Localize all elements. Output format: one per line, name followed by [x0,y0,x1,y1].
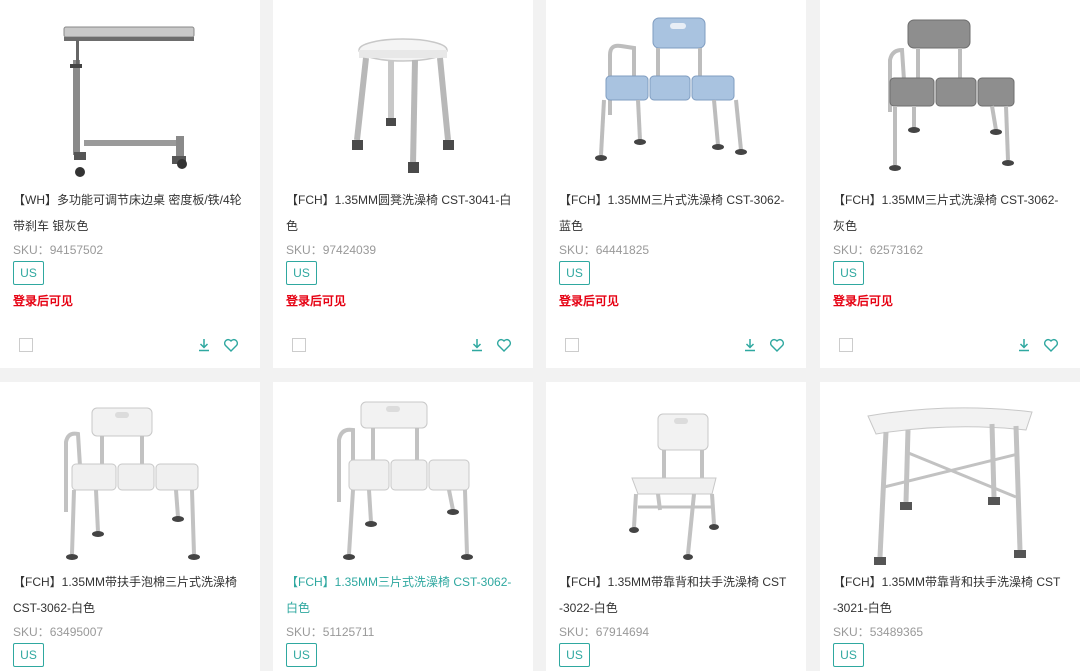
currency-badge: US [286,643,317,667]
product-sku: SKU：63495007 [13,625,104,639]
product-title[interactable]: 【FCH】1.35MM三片式洗澡椅 CST-3062- 白色 [286,569,526,621]
product-sku: SKU：62573162 [833,243,924,257]
login-to-view-price[interactable]: 登录后可见 [13,292,73,309]
product-card[interactable]: 【FCH】1.35MM三片式洗澡椅 CST-3062- 白色 SKU：511257… [273,382,533,671]
product-title[interactable]: 【WH】多功能可调节床边桌 密度板/铁/4轮 带刹车 银灰色 [13,187,253,239]
product-image-transfer-bench-grey[interactable] [820,0,1080,185]
select-checkbox[interactable] [565,338,579,352]
login-to-view-price[interactable]: 登录后可见 [833,292,893,309]
product-sku: SKU：67914694 [559,625,650,639]
product-sku: SKU：94157502 [13,243,104,257]
product-title[interactable]: 【FCH】1.35MM圆凳洗澡椅 CST-3041-白色 [286,187,526,239]
product-title[interactable]: 【FCH】1.35MM带扶手泡棉三片式洗澡椅 CST-3062-白色 [13,569,253,621]
currency-badge: US [13,643,44,667]
heart-icon[interactable] [769,337,785,353]
product-image-round-shower-stool[interactable] [273,0,533,185]
download-icon[interactable] [469,337,485,353]
heart-icon[interactable] [1043,337,1059,353]
product-card[interactable]: 【FCH】1.35MM带靠背和扶手洗澡椅 CST -3022-白色 SKU：679… [546,382,806,671]
product-image-wide-shower-bench[interactable] [820,382,1080,572]
product-card[interactable]: 【FCH】1.35MM三片式洗澡椅 CST-3062- 灰色 SKU：625731… [820,0,1080,368]
product-sku: SKU：64441825 [559,243,650,257]
currency-badge: US [559,261,590,285]
heart-icon[interactable] [496,337,512,353]
download-icon[interactable] [742,337,758,353]
download-icon[interactable] [1016,337,1032,353]
product-sku: SKU：97424039 [286,243,377,257]
login-to-view-price[interactable]: 登录后可见 [286,292,346,309]
currency-badge: US [286,261,317,285]
product-sku: SKU：53489365 [833,625,924,639]
product-image-transfer-bench-white-padded[interactable] [0,382,260,572]
currency-badge: US [13,261,44,285]
select-checkbox[interactable] [292,338,306,352]
currency-badge: US [833,643,864,667]
login-to-view-price[interactable]: 登录后可见 [559,292,619,309]
product-title[interactable]: 【FCH】1.35MM带靠背和扶手洗澡椅 CST -3022-白色 [559,569,799,621]
select-checkbox[interactable] [19,338,33,352]
product-grid: 【WH】多功能可调节床边桌 密度板/铁/4轮 带刹车 银灰色 SKU：941575… [0,0,1080,671]
product-card[interactable]: 【FCH】1.35MM圆凳洗澡椅 CST-3041-白色 SKU：9742403… [273,0,533,368]
product-image-shower-chair-backrest[interactable] [546,382,806,572]
currency-badge: US [833,261,864,285]
product-sku: SKU：51125711 [286,625,375,639]
select-checkbox[interactable] [839,338,853,352]
product-title[interactable]: 【FCH】1.35MM三片式洗澡椅 CST-3062- 蓝色 [559,187,799,239]
product-image-transfer-bench-blue[interactable] [546,0,806,185]
product-card[interactable]: 【WH】多功能可调节床边桌 密度板/铁/4轮 带刹车 银灰色 SKU：941575… [0,0,260,368]
product-card[interactable]: 【FCH】1.35MM三片式洗澡椅 CST-3062- 蓝色 SKU：644418… [546,0,806,368]
download-icon[interactable] [196,337,212,353]
product-card[interactable]: 【FCH】1.35MM带靠背和扶手洗澡椅 CST -3021-白色 SKU：534… [820,382,1080,671]
product-image-overbed-table[interactable] [0,0,260,185]
product-image-transfer-bench-white[interactable] [273,382,533,572]
heart-icon[interactable] [223,337,239,353]
product-title[interactable]: 【FCH】1.35MM带靠背和扶手洗澡椅 CST -3021-白色 [833,569,1073,621]
currency-badge: US [559,643,590,667]
product-card[interactable]: 【FCH】1.35MM带扶手泡棉三片式洗澡椅 CST-3062-白色 SKU：63… [0,382,260,671]
product-title[interactable]: 【FCH】1.35MM三片式洗澡椅 CST-3062- 灰色 [833,187,1073,239]
